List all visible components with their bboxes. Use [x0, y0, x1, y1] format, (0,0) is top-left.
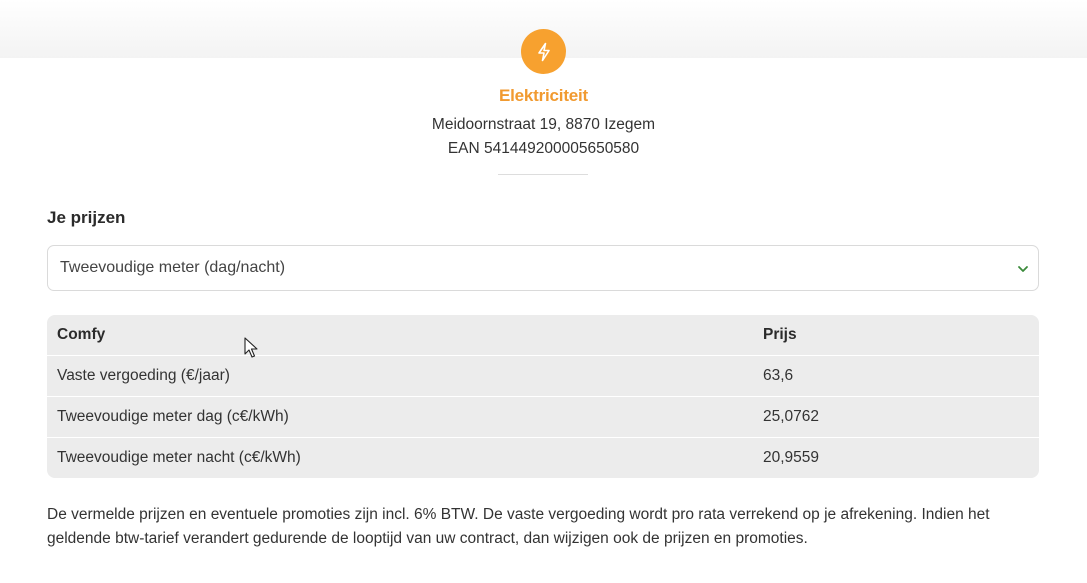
- delivery-address: Meidoornstraat 19, 8870 Izegem: [431, 116, 656, 133]
- meter-type-select[interactable]: Tweevoudige meter (dag/nacht): [47, 245, 1039, 291]
- price-table: Comfy Prijs Vaste vergoeding (€/jaar) 63…: [47, 315, 1039, 478]
- table-row: Tweevoudige meter dag (c€/kWh) 25,0762: [47, 397, 1039, 438]
- price-disclaimer: De vermelde prijzen en eventuele promoti…: [47, 506, 990, 547]
- prices-heading: Je prijzen: [47, 208, 126, 227]
- price-item-name: Tweevoudige meter nacht (c€/kWh): [57, 449, 301, 466]
- price-item-name: Tweevoudige meter dag (c€/kWh): [57, 408, 289, 425]
- ean-code: EAN 541449200005650580: [447, 140, 640, 157]
- column-header-product: Comfy: [57, 326, 106, 343]
- chevron-down-icon[interactable]: [1017, 262, 1029, 274]
- price-item-value: 63,6: [763, 367, 794, 384]
- meter-type-selected-value: Tweevoudige meter (dag/nacht): [60, 259, 286, 276]
- divider: [498, 174, 588, 175]
- table-row: Tweevoudige meter nacht (c€/kWh) 20,9559: [47, 438, 1039, 478]
- table-header-row: Comfy Prijs: [47, 315, 1039, 356]
- table-row: Vaste vergoeding (€/jaar) 63,6: [47, 356, 1039, 397]
- price-item-name: Vaste vergoeding (€/jaar): [57, 367, 230, 384]
- mouse-cursor-icon: [244, 337, 258, 364]
- price-item-value: 25,0762: [763, 408, 820, 425]
- lightning-bolt-icon: [535, 42, 553, 62]
- energy-type-badge: [521, 29, 566, 74]
- column-header-price: Prijs: [763, 326, 797, 343]
- energy-type-title: Elektriciteit: [498, 86, 589, 105]
- price-item-value: 20,9559: [763, 449, 820, 466]
